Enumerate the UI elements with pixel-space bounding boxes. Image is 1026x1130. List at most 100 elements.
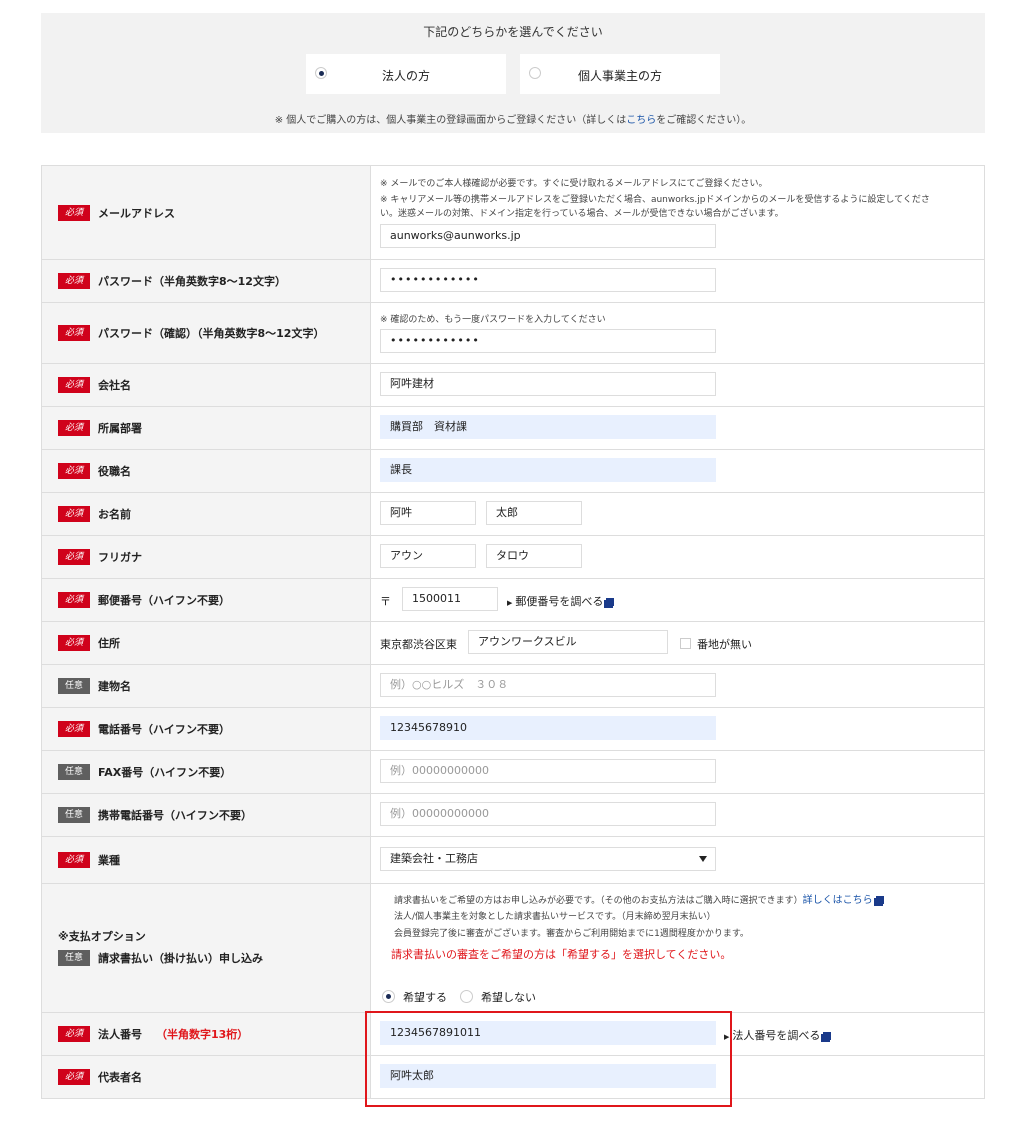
row-industry: 必須 業種 建築会社・工務店 xyxy=(41,837,985,884)
no-number-label: 番地が無い xyxy=(697,638,752,651)
required-badge: 必須 xyxy=(58,549,90,565)
password-confirm-label: パスワード（確認）（半角英数字8〜12文字） xyxy=(98,327,325,340)
optional-badge: 任意 xyxy=(58,764,90,780)
required-badge: 必須 xyxy=(58,506,90,522)
first-name-input[interactable]: 太郎 xyxy=(486,501,582,525)
row-name: 必須 お名前 阿吽 太郎 xyxy=(41,493,985,536)
mobile-input[interactable]: 例）00000000000 xyxy=(380,802,716,826)
selector-note-suffix: をご確認ください）。 xyxy=(656,115,752,126)
password-input[interactable]: •••••••••••• xyxy=(380,268,716,292)
row-position: 必須 役職名 課長 xyxy=(41,450,985,493)
position-input[interactable]: 課長 xyxy=(380,458,716,482)
row-furigana: 必須 フリガナ アウン タロウ xyxy=(41,536,985,579)
payment-details-link[interactable]: 詳しくはこちら xyxy=(803,895,873,906)
payment-label: 請求書払い（掛け払い）申し込み xyxy=(98,952,263,965)
email-note-2b: い。迷惑メールの対策、ドメイン指定を行っている場合、メールが受信できない場合がご… xyxy=(380,209,784,219)
corp-number-sublabel: （半角数字13桁） xyxy=(156,1028,249,1041)
option-corporate[interactable]: 法人の方 xyxy=(306,54,506,94)
required-badge: 必須 xyxy=(58,377,90,393)
selector-note: ※ 個人でご購入の方は、個人事業主の登録画面からご登録ください（詳しくはこちらを… xyxy=(41,111,985,126)
selector-note-prefix: ※ 個人でご購入の方は、個人事業主の登録画面からご登録ください（詳しくは xyxy=(274,115,627,126)
payment-text-3: 会員登録完了後に審査がございます。審査からご利用開始までに1週間程度かかります。 xyxy=(394,929,749,939)
radio-payment-no[interactable] xyxy=(460,990,473,1003)
option-corporate-label: 法人の方 xyxy=(381,69,430,83)
password-confirm-input[interactable]: •••••••••••• xyxy=(380,329,716,353)
email-note-2a: ※ キャリアメール等の携帯メールアドレスをご登録いただく場合、aunworks.… xyxy=(380,195,930,205)
required-badge: 必須 xyxy=(58,463,90,479)
required-badge: 必須 xyxy=(58,273,90,289)
department-label: 所属部署 xyxy=(98,422,142,435)
required-badge: 必須 xyxy=(58,204,90,221)
postal-input[interactable]: 1500011 xyxy=(402,587,498,611)
last-name-kana-input[interactable]: アウン xyxy=(380,544,476,568)
radio-payment-yes[interactable] xyxy=(382,990,395,1003)
corp-number-label: 法人番号 xyxy=(98,1028,142,1041)
payment-text-1: 請求書払いをご希望の方はお申し込みが必要です。（その他のお支払方法はご購入時に選… xyxy=(394,891,885,906)
external-link-icon xyxy=(606,598,616,606)
row-building: 任意 建物名 例）○○ヒルズ ３０８ xyxy=(41,665,985,708)
row-address: 必須 住所 東京都渋谷区東 アウンワークスビル 番地が無い xyxy=(41,622,985,665)
row-fax: 任意 FAX番号（ハイフン不要） 例）00000000000 xyxy=(41,751,985,794)
row-password: 必須 パスワード（半角英数字8〜12文字） •••••••••••• xyxy=(41,260,985,303)
building-input[interactable]: 例）○○ヒルズ ３０８ xyxy=(380,673,716,697)
corp-number-lookup-link[interactable]: ▶ 法人番号を調べる xyxy=(724,1027,833,1043)
address-input[interactable]: アウンワークスビル xyxy=(468,630,668,654)
optional-badge: 任意 xyxy=(58,678,90,694)
row-mobile: 任意 携帯電話番号（ハイフン不要） 例）00000000000 xyxy=(41,794,985,837)
optional-badge: 任意 xyxy=(58,807,90,823)
first-name-kana-input[interactable]: タロウ xyxy=(486,544,582,568)
department-input[interactable]: 購買部 資材課 xyxy=(380,415,716,439)
required-badge: 必須 xyxy=(58,721,90,737)
required-badge: 必須 xyxy=(58,635,90,651)
mobile-label: 携帯電話番号（ハイフン不要） xyxy=(98,809,252,822)
required-badge: 必須 xyxy=(58,852,90,868)
fax-input[interactable]: 例）00000000000 xyxy=(380,759,716,783)
row-phone: 必須 電話番号（ハイフン不要） 12345678910 xyxy=(41,708,985,751)
password-label: パスワード（半角英数字8〜12文字） xyxy=(98,275,286,288)
payment-yes-label: 希望する xyxy=(403,991,447,1004)
phone-input[interactable]: 12345678910 xyxy=(380,716,716,740)
furigana-label: フリガナ xyxy=(98,551,142,564)
postal-mark: 〒 xyxy=(380,595,391,608)
fax-label: FAX番号（ハイフン不要） xyxy=(98,766,232,779)
chevron-down-icon xyxy=(699,856,707,862)
no-number-checkbox[interactable] xyxy=(680,638,691,649)
required-badge: 必須 xyxy=(58,420,90,436)
password-confirm-note: ※ 確認のため、もう一度パスワードを入力してください xyxy=(380,315,606,325)
address-prefix: 東京都渋谷区東 xyxy=(380,638,457,651)
required-badge: 必須 xyxy=(58,1026,90,1042)
optional-badge: 任意 xyxy=(58,950,90,966)
payment-no-label: 希望しない xyxy=(481,991,536,1004)
postal-label: 郵便番号（ハイフン不要） xyxy=(98,594,230,607)
corp-number-lookup-label: 法人番号を調べる xyxy=(732,1029,821,1042)
row-department: 必須 所属部署 購買部 資材課 xyxy=(41,407,985,450)
row-postal: 必須 郵便番号（ハイフン不要） 〒 1500011 ▶ 郵便番号を調べる xyxy=(41,579,985,622)
option-sole-label: 個人事業主の方 xyxy=(577,69,662,83)
row-email: 必須 メールアドレス ※ メールでのご本人様確認が必要です。すぐに受け取れるメール… xyxy=(41,166,985,260)
last-name-input[interactable]: 阿吽 xyxy=(380,501,476,525)
row-payment-option: ※支払オプション 任意 請求書払い（掛け払い）申し込み 請求書払いをご希望の方はお… xyxy=(41,884,985,1013)
external-link-icon xyxy=(823,1032,833,1040)
email-input[interactable]: aunworks@aunworks.jp xyxy=(380,224,716,248)
selector-title: 下記のどちらかを選んでください xyxy=(423,25,603,39)
company-input[interactable]: 阿吽建材 xyxy=(380,372,716,396)
postal-lookup-link[interactable]: ▶ 郵便番号を調べる xyxy=(507,593,616,609)
postal-lookup-label: 郵便番号を調べる xyxy=(515,595,604,608)
industry-select[interactable]: 建築会社・工務店 xyxy=(380,847,716,871)
representative-label: 代表者名 xyxy=(98,1071,142,1084)
row-password-confirm: 必須 パスワード（確認）（半角英数字8〜12文字） ※ 確認のため、もう一度パスワ… xyxy=(41,303,985,364)
registration-form: 必須 メールアドレス ※ メールでのご本人様確認が必要です。すぐに受け取れるメール… xyxy=(41,165,985,1099)
highlight-box xyxy=(365,1011,732,1107)
payment-option-title: ※支払オプション xyxy=(58,930,146,943)
email-label: メールアドレス xyxy=(98,206,175,220)
company-label: 会社名 xyxy=(98,379,131,392)
address-label: 住所 xyxy=(98,637,120,650)
industry-label: 業種 xyxy=(98,854,120,867)
option-sole-proprietor[interactable]: 個人事業主の方 xyxy=(520,54,720,94)
payment-text-2: 法人/個人事業主を対象とした請求書払いサービスです。（月末締め翌月末払い） xyxy=(394,912,716,922)
payment-text-1-body: 請求書払いをご希望の方はお申し込みが必要です。（その他のお支払方法はご購入時に選… xyxy=(394,896,803,906)
name-label: お名前 xyxy=(98,508,131,521)
required-badge: 必須 xyxy=(58,592,90,608)
row-company: 必須 会社名 阿吽建材 xyxy=(41,364,985,407)
details-link[interactable]: こちら xyxy=(626,115,656,126)
